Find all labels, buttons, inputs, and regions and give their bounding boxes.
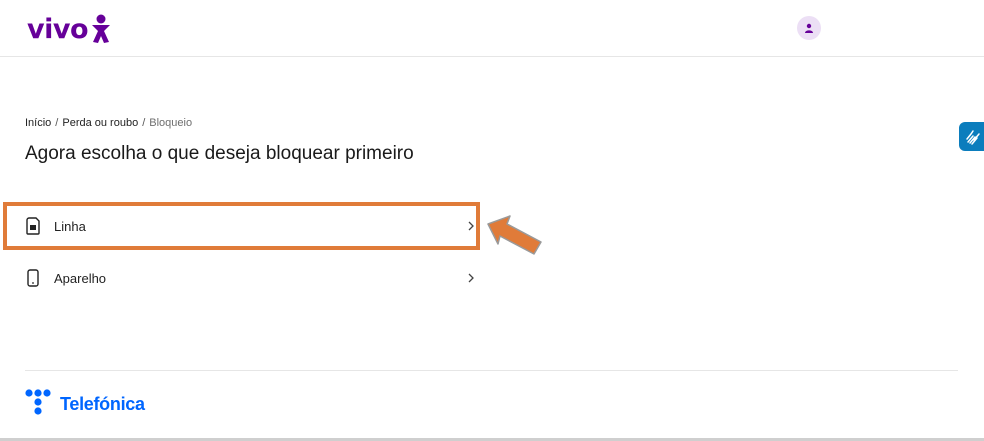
- accessibility-button[interactable]: [959, 122, 984, 151]
- header: vivo: [0, 0, 984, 57]
- option-aparelho-label: Aparelho: [54, 270, 107, 286]
- breadcrumb: Início / Perda ou roubo / Bloqueio: [25, 117, 192, 129]
- breadcrumb-perda-ou-roubo[interactable]: Perda ou roubo: [62, 117, 138, 129]
- annotation-arrow-icon: [487, 215, 542, 255]
- option-linha-label: Linha: [54, 218, 86, 234]
- sim-card-icon: [26, 217, 40, 235]
- option-linha[interactable]: Linha: [8, 206, 478, 246]
- breadcrumb-inicio[interactable]: Início: [25, 117, 51, 129]
- vivo-logo[interactable]: vivo: [27, 12, 112, 46]
- footer-divider: [25, 370, 958, 371]
- sign-language-icon: [966, 129, 980, 145]
- vivo-logo-text: vivo: [27, 13, 89, 45]
- breadcrumb-bloqueio: Bloqueio: [149, 117, 193, 129]
- smartphone-icon: [27, 269, 39, 287]
- chevron-right-icon: [468, 273, 474, 283]
- user-avatar-button[interactable]: [797, 16, 821, 40]
- page-title: Agora escolha o que deseja bloquear prim…: [25, 143, 414, 164]
- telefonica-t-icon: [25, 389, 51, 415]
- breadcrumb-separator: /: [142, 117, 146, 129]
- user-icon: [805, 23, 813, 33]
- telefonica-brand-text: Telefónica: [60, 393, 145, 414]
- telefonica-logo[interactable]: Telefónica: [25, 389, 145, 419]
- vivo-figure-icon: [92, 14, 111, 43]
- chevron-right-icon: [468, 221, 474, 231]
- option-aparelho[interactable]: Aparelho: [8, 258, 478, 298]
- breadcrumb-separator: /: [55, 117, 59, 129]
